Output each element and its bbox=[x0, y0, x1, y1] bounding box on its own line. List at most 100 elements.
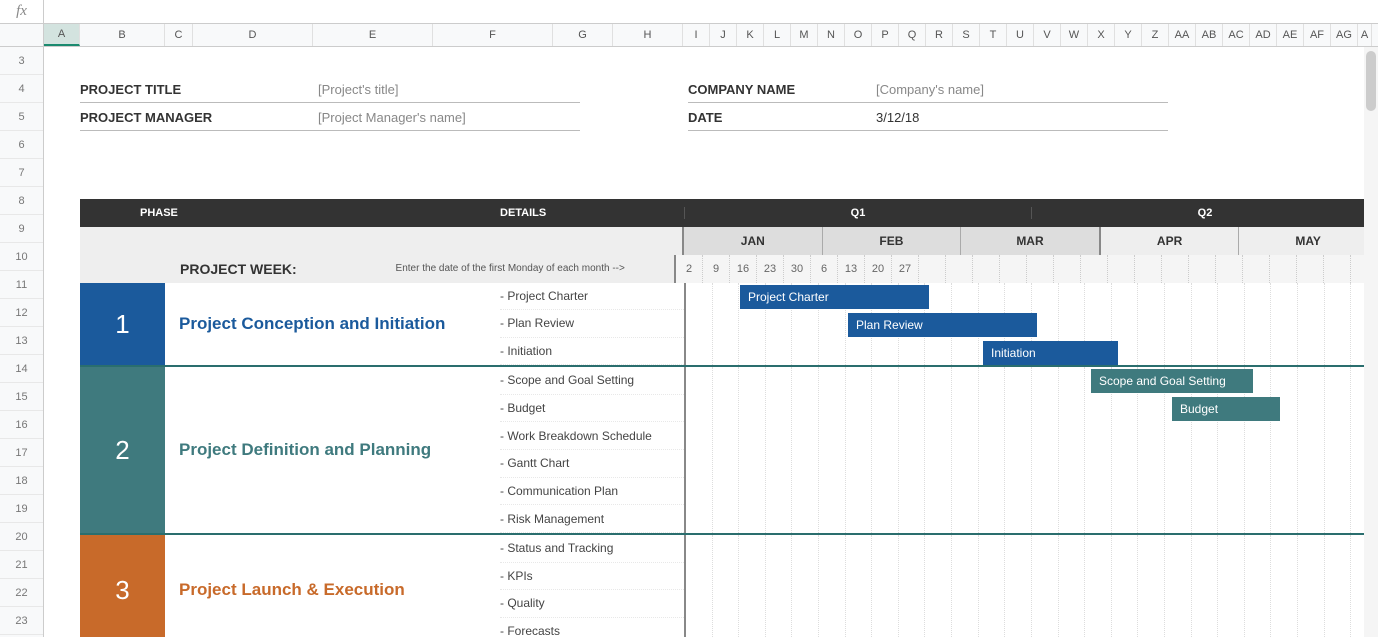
company-name-cell[interactable]: [Company's name] bbox=[876, 82, 1176, 97]
detail-item[interactable]: - Risk Management bbox=[500, 505, 684, 533]
week-cell-16[interactable] bbox=[1108, 255, 1135, 283]
row-header-11[interactable]: 11 bbox=[0, 271, 43, 299]
row-header-15[interactable]: 15 bbox=[0, 383, 43, 411]
week-cell-13[interactable] bbox=[1027, 255, 1054, 283]
row-header-23[interactable]: 23 bbox=[0, 607, 43, 635]
select-all-corner[interactable] bbox=[0, 24, 44, 46]
col-header-E[interactable]: E bbox=[313, 24, 433, 46]
row-header-17[interactable]: 17 bbox=[0, 439, 43, 467]
gantt-bar[interactable]: Initiation bbox=[983, 341, 1118, 365]
formula-input[interactable] bbox=[44, 0, 1378, 23]
col-header-F[interactable]: F bbox=[433, 24, 553, 46]
col-header-I[interactable]: I bbox=[683, 24, 710, 46]
week-cell-15[interactable] bbox=[1081, 255, 1108, 283]
col-header-Z[interactable]: Z bbox=[1142, 24, 1169, 46]
col-header-T[interactable]: T bbox=[980, 24, 1007, 46]
vertical-scrollbar[interactable] bbox=[1364, 47, 1378, 637]
gantt-bar[interactable]: Scope and Goal Setting bbox=[1091, 369, 1253, 393]
row-header-18[interactable]: 18 bbox=[0, 467, 43, 495]
week-cell-1[interactable]: 9 bbox=[703, 255, 730, 283]
detail-item[interactable]: - KPIs bbox=[500, 563, 684, 591]
project-title-cell[interactable]: [Project's title] bbox=[318, 82, 618, 97]
col-header-AG[interactable]: AG bbox=[1331, 24, 1358, 46]
week-cell-11[interactable] bbox=[973, 255, 1000, 283]
col-header-AB[interactable]: AB bbox=[1196, 24, 1223, 46]
detail-item[interactable]: - Scope and Goal Setting bbox=[500, 367, 684, 395]
week-cell-20[interactable] bbox=[1216, 255, 1243, 283]
week-cell-19[interactable] bbox=[1189, 255, 1216, 283]
row-header-8[interactable]: 8 bbox=[0, 187, 43, 215]
col-header-U[interactable]: U bbox=[1007, 24, 1034, 46]
week-cell-4[interactable]: 30 bbox=[784, 255, 811, 283]
week-cell-17[interactable] bbox=[1135, 255, 1162, 283]
scrollbar-thumb[interactable] bbox=[1366, 51, 1376, 111]
week-cell-24[interactable] bbox=[1324, 255, 1351, 283]
col-header-G[interactable]: G bbox=[553, 24, 613, 46]
week-cell-10[interactable] bbox=[946, 255, 973, 283]
row-header-7[interactable]: 7 bbox=[0, 159, 43, 187]
col-header-AD[interactable]: AD bbox=[1250, 24, 1277, 46]
week-cell-14[interactable] bbox=[1054, 255, 1081, 283]
col-header-S[interactable]: S bbox=[953, 24, 980, 46]
col-header-W[interactable]: W bbox=[1061, 24, 1088, 46]
month-apr[interactable]: APR bbox=[1101, 227, 1240, 255]
row-header-22[interactable]: 22 bbox=[0, 579, 43, 607]
week-cell-0[interactable]: 2 bbox=[676, 255, 703, 283]
detail-item[interactable]: - Quality bbox=[500, 590, 684, 618]
detail-item[interactable]: - Project Charter bbox=[500, 283, 684, 310]
detail-item[interactable]: - Communication Plan bbox=[500, 478, 684, 506]
col-header-Y[interactable]: Y bbox=[1115, 24, 1142, 46]
col-header-O[interactable]: O bbox=[845, 24, 872, 46]
sheet-area[interactable]: PROJECT TITLE [Project's title] COMPANY … bbox=[44, 47, 1378, 637]
col-header-N[interactable]: N bbox=[818, 24, 845, 46]
week-cell-12[interactable] bbox=[1000, 255, 1027, 283]
gantt-area[interactable] bbox=[684, 535, 1378, 637]
row-header-16[interactable]: 16 bbox=[0, 411, 43, 439]
detail-item[interactable]: - Initiation bbox=[500, 338, 684, 365]
week-cell-23[interactable] bbox=[1297, 255, 1324, 283]
row-header-6[interactable]: 6 bbox=[0, 131, 43, 159]
col-header-V[interactable]: V bbox=[1034, 24, 1061, 46]
gantt-bar[interactable]: Plan Review bbox=[848, 313, 1037, 337]
row-header-20[interactable]: 20 bbox=[0, 523, 43, 551]
col-header-B[interactable]: B bbox=[80, 24, 165, 46]
row-header-10[interactable]: 10 bbox=[0, 243, 43, 271]
col-header-L[interactable]: L bbox=[764, 24, 791, 46]
row-header-19[interactable]: 19 bbox=[0, 495, 43, 523]
gantt-area[interactable]: Scope and Goal SettingBudget bbox=[684, 367, 1378, 533]
week-cell-21[interactable] bbox=[1243, 255, 1270, 283]
col-header-M[interactable]: M bbox=[791, 24, 818, 46]
col-header-AA[interactable]: AA bbox=[1169, 24, 1196, 46]
detail-item[interactable]: - Budget bbox=[500, 395, 684, 423]
week-cell-2[interactable]: 16 bbox=[730, 255, 757, 283]
month-mar[interactable]: MAR bbox=[961, 227, 1101, 255]
row-header-3[interactable]: 3 bbox=[0, 47, 43, 75]
row-header-4[interactable]: 4 bbox=[0, 75, 43, 103]
row-header-12[interactable]: 12 bbox=[0, 299, 43, 327]
col-header-C[interactable]: C bbox=[165, 24, 193, 46]
week-cell-7[interactable]: 20 bbox=[865, 255, 892, 283]
detail-item[interactable]: - Plan Review bbox=[500, 310, 684, 337]
col-header-H[interactable]: H bbox=[613, 24, 683, 46]
detail-item[interactable]: - Status and Tracking bbox=[500, 535, 684, 563]
month-feb[interactable]: FEB bbox=[823, 227, 962, 255]
week-cell-18[interactable] bbox=[1162, 255, 1189, 283]
col-header-P[interactable]: P bbox=[872, 24, 899, 46]
row-header-9[interactable]: 9 bbox=[0, 215, 43, 243]
detail-item[interactable]: - Work Breakdown Schedule bbox=[500, 422, 684, 450]
col-header-Q[interactable]: Q bbox=[899, 24, 926, 46]
col-header-AE[interactable]: AE bbox=[1277, 24, 1304, 46]
col-header-D[interactable]: D bbox=[193, 24, 313, 46]
detail-item[interactable]: - Gantt Chart bbox=[500, 450, 684, 478]
row-header-13[interactable]: 13 bbox=[0, 327, 43, 355]
month-may[interactable]: MAY bbox=[1239, 227, 1378, 255]
week-cell-22[interactable] bbox=[1270, 255, 1297, 283]
gantt-bar[interactable]: Project Charter bbox=[740, 285, 929, 309]
col-header-A[interactable]: A bbox=[1358, 24, 1372, 46]
week-cell-9[interactable] bbox=[919, 255, 946, 283]
detail-item[interactable]: - Forecasts bbox=[500, 618, 684, 637]
col-header-A[interactable]: A bbox=[44, 24, 80, 46]
month-jan[interactable]: JAN bbox=[684, 227, 823, 255]
col-header-AF[interactable]: AF bbox=[1304, 24, 1331, 46]
week-cell-6[interactable]: 13 bbox=[838, 255, 865, 283]
